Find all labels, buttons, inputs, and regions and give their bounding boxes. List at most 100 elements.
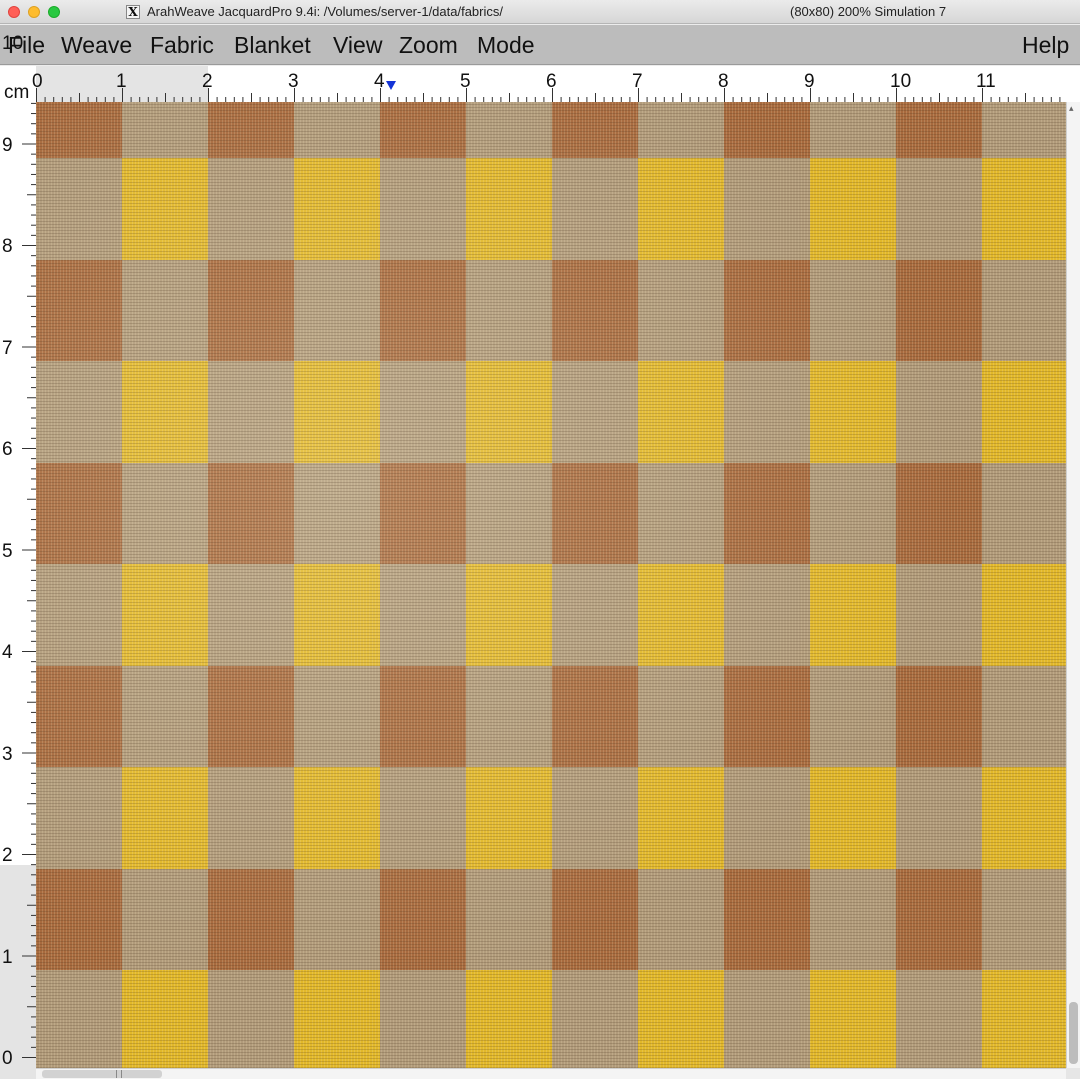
fabric-tile-gray bbox=[810, 666, 896, 768]
fabric-tile-gray bbox=[724, 158, 810, 260]
fabric-tile-gray bbox=[122, 869, 208, 971]
fabric-tile-gray bbox=[466, 666, 552, 768]
position-marker-icon[interactable] bbox=[386, 81, 396, 90]
fabric-tile-yellow bbox=[122, 564, 208, 666]
fabric-tile-gray bbox=[294, 260, 380, 362]
fabric-tile-yellow bbox=[294, 970, 380, 1068]
fabric-tile-gray bbox=[380, 361, 466, 463]
menu-zoom[interactable]: Zoom bbox=[399, 32, 458, 59]
fabric-tile-gray bbox=[208, 564, 294, 666]
fabric-tile-yellow bbox=[982, 564, 1066, 666]
fabric-tile-brown bbox=[36, 463, 122, 565]
fabric-tile-brown bbox=[380, 102, 466, 158]
ruler-top-label: 10 bbox=[890, 71, 912, 92]
fabric-tile-gray bbox=[36, 970, 122, 1068]
ruler-top-label: 4 bbox=[374, 71, 385, 92]
fabric-tile-gray bbox=[896, 361, 982, 463]
ruler-corner-bottom bbox=[0, 1068, 36, 1079]
fabric-tile-brown bbox=[896, 260, 982, 362]
fabric-tile-brown bbox=[552, 463, 638, 565]
ruler-left-label: 0 bbox=[2, 1048, 13, 1069]
fabric-tile-gray bbox=[896, 767, 982, 869]
horizontal-ruler-ticks bbox=[36, 88, 1061, 102]
fabric-tile-gray bbox=[208, 361, 294, 463]
horizontal-scrollbar-thumb[interactable] bbox=[42, 1070, 162, 1078]
fabric-tile-gray bbox=[638, 666, 724, 768]
fabric-tile-gray bbox=[982, 260, 1066, 362]
menu-help[interactable]: Help bbox=[1022, 32, 1069, 59]
fabric-tile-brown bbox=[724, 463, 810, 565]
ruler-left-label: 6 bbox=[2, 439, 13, 460]
menu-fabric[interactable]: Fabric bbox=[150, 32, 214, 59]
fabric-tile-brown bbox=[208, 666, 294, 768]
fabric-tile-brown bbox=[36, 666, 122, 768]
fabric-tile-brown bbox=[36, 102, 122, 158]
fabric-tile-brown bbox=[896, 666, 982, 768]
ruler-left-label: 2 bbox=[2, 845, 13, 866]
fabric-tile-gray bbox=[638, 869, 724, 971]
fabric-tile-brown bbox=[724, 102, 810, 158]
fabric-tile-yellow bbox=[638, 158, 724, 260]
ruler-left-label: 10 bbox=[2, 33, 24, 54]
fabric-tile-gray bbox=[552, 564, 638, 666]
fabric-tile-brown bbox=[208, 869, 294, 971]
vertical-scrollbar[interactable]: ▴ bbox=[1066, 102, 1080, 1068]
fabric-tile-gray bbox=[294, 463, 380, 565]
fabric-tile-gray bbox=[122, 666, 208, 768]
fabric-tile-brown bbox=[380, 869, 466, 971]
ruler-top-label: 9 bbox=[804, 71, 815, 92]
fabric-tile-gray bbox=[380, 970, 466, 1068]
ruler-left-label: 4 bbox=[2, 642, 13, 663]
fabric-tile-yellow bbox=[294, 767, 380, 869]
fabric-tile-yellow bbox=[638, 767, 724, 869]
fabric-tile-gray bbox=[466, 463, 552, 565]
fabric-tile-gray bbox=[982, 102, 1066, 158]
fabric-tile-brown bbox=[208, 463, 294, 565]
fabric-tile-gray bbox=[724, 564, 810, 666]
fabric-tile-gray bbox=[638, 102, 724, 158]
fabric-tile-yellow bbox=[466, 361, 552, 463]
ruler-top-label: 1 bbox=[116, 71, 127, 92]
fabric-tile-brown bbox=[36, 260, 122, 362]
ruler-unit-label: cm bbox=[4, 82, 30, 103]
menu-mode[interactable]: Mode bbox=[477, 32, 535, 59]
vertical-scrollbar-thumb[interactable] bbox=[1069, 1002, 1078, 1064]
fabric-tile-yellow bbox=[122, 767, 208, 869]
fabric-tile-yellow bbox=[982, 970, 1066, 1068]
menu-view[interactable]: View bbox=[333, 32, 382, 59]
window-title: ArahWeave JacquardPro 9.4i: /Volumes/ser… bbox=[147, 4, 503, 19]
close-window-button[interactable] bbox=[8, 6, 20, 18]
fabric-tile-gray bbox=[380, 564, 466, 666]
ruler-left-label: 1 bbox=[2, 947, 13, 968]
fabric-tile-gray bbox=[810, 102, 896, 158]
fabric-tile-gray bbox=[724, 970, 810, 1068]
menu-blanket[interactable]: Blanket bbox=[234, 32, 311, 59]
fabric-tile-brown bbox=[896, 463, 982, 565]
horizontal-ruler[interactable] bbox=[0, 66, 1080, 102]
fabric-simulation-canvas[interactable] bbox=[36, 102, 1066, 1068]
fabric-tile-gray bbox=[36, 564, 122, 666]
fabric-tile-yellow bbox=[466, 564, 552, 666]
fabric-tile-gray bbox=[810, 463, 896, 565]
fabric-tile-gray bbox=[294, 666, 380, 768]
fabric-tile-gray bbox=[36, 361, 122, 463]
fabric-tile-gray bbox=[380, 767, 466, 869]
menu-weave[interactable]: Weave bbox=[61, 32, 132, 59]
fabric-tile-brown bbox=[208, 260, 294, 362]
fabric-tile-gray bbox=[552, 767, 638, 869]
ruler-top-label: 8 bbox=[718, 71, 729, 92]
fabric-tile-yellow bbox=[638, 970, 724, 1068]
maximize-window-button[interactable] bbox=[48, 6, 60, 18]
fabric-tile-gray bbox=[896, 564, 982, 666]
fabric-tile-gray bbox=[982, 463, 1066, 565]
fabric-tile-brown bbox=[724, 260, 810, 362]
fabric-tile-brown bbox=[552, 102, 638, 158]
fabric-tile-yellow bbox=[122, 361, 208, 463]
x11-app-icon: X bbox=[126, 5, 140, 19]
ruler-left-label: 8 bbox=[2, 236, 13, 257]
scroll-up-icon[interactable]: ▴ bbox=[1069, 104, 1078, 113]
horizontal-scrollbar[interactable] bbox=[36, 1068, 1066, 1079]
minimize-window-button[interactable] bbox=[28, 6, 40, 18]
fabric-tile-gray bbox=[294, 869, 380, 971]
fabric-tile-gray bbox=[466, 260, 552, 362]
